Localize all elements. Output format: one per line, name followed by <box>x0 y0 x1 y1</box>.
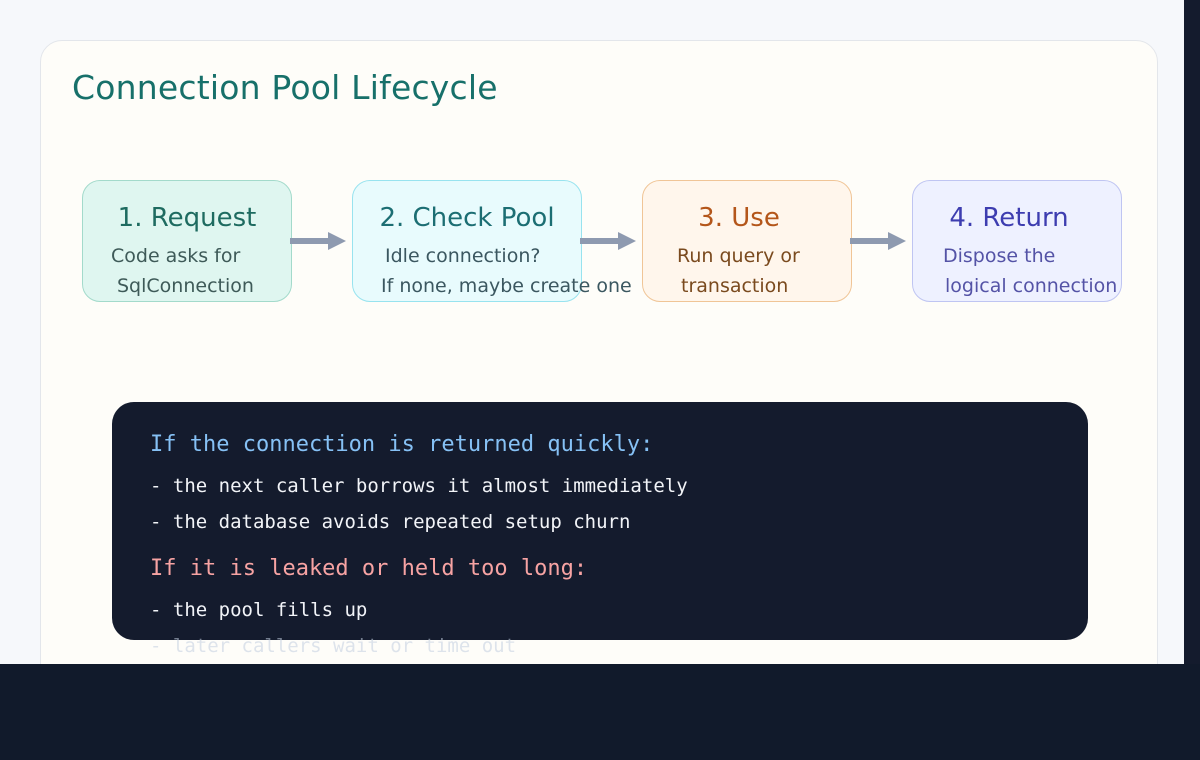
code-line: - the database avoids repeated setup chu… <box>150 511 631 533</box>
step-return-line-1: Dispose the <box>943 245 1056 267</box>
code-line: - the pool fills up <box>150 599 368 621</box>
diagram-title: Connection Pool Lifecycle <box>72 68 498 107</box>
arrow-right-icon <box>290 232 346 250</box>
step-return-line-2: logical connection <box>945 275 1118 297</box>
step-check-pool-title: 2. Check Pool <box>379 203 555 233</box>
step-request-line-1: Code asks for <box>111 245 241 267</box>
step-check-pool-line-1: Idle connection? <box>385 245 541 267</box>
code-heading-good: If the connection is returned quickly: <box>150 432 654 457</box>
code-note-panel: If the connection is returned quickly: -… <box>112 402 1088 657</box>
step-return: 4. Return Dispose the logical connection <box>912 180 1122 302</box>
step-use: 3. Use Run query or transaction <box>642 180 852 302</box>
step-use-title: 3. Use <box>698 203 780 233</box>
step-check-pool-line-2: If none, maybe create one <box>381 275 632 297</box>
code-heading-bad: If it is leaked or held too long: <box>150 556 588 581</box>
step-use-line-2: transaction <box>681 275 789 297</box>
bottom-panel <box>0 664 1200 760</box>
step-return-title: 4. Return <box>949 203 1069 233</box>
arrow-right-icon <box>850 232 906 250</box>
arrow-right-icon <box>580 232 636 250</box>
step-request-title: 1. Request <box>117 203 257 233</box>
step-use-line-1: Run query or <box>677 245 800 267</box>
step-request: 1. Request Code asks for SqlConnection <box>82 180 292 302</box>
scrollbar-track[interactable] <box>1184 0 1200 664</box>
step-request-line-2: SqlConnection <box>117 275 254 297</box>
code-line: - the next caller borrows it almost imme… <box>150 475 688 497</box>
code-line-overflow: - later callers wait or time out <box>150 635 517 657</box>
step-check-pool: 2. Check Pool Idle connection? If none, … <box>352 180 632 302</box>
